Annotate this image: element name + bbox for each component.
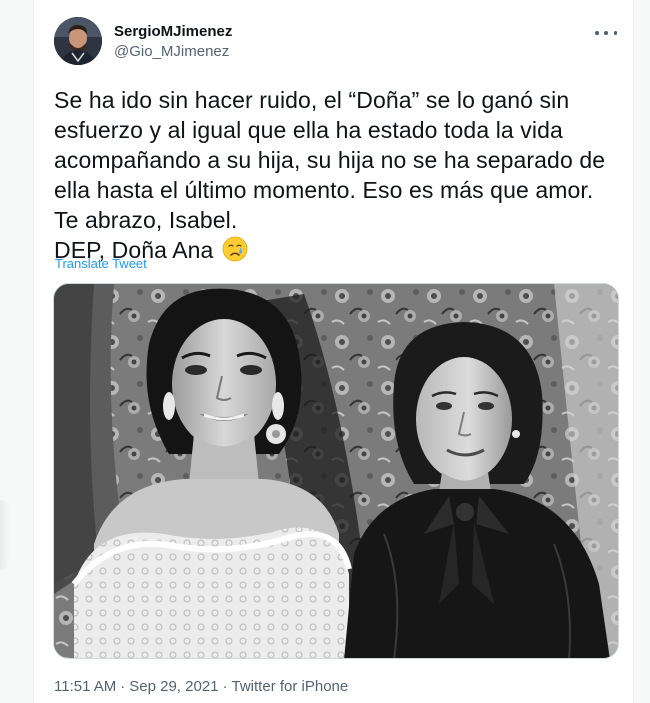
more-options-icon[interactable]	[595, 26, 617, 40]
tweet-text-line: acompañando a su hija, su hija no se ha …	[54, 147, 606, 173]
tweet-source[interactable]: Twitter for iPhone	[232, 678, 349, 695]
photo-illustration	[54, 284, 618, 658]
edge-shadow	[0, 500, 10, 570]
translate-tweet-link[interactable]: Translate Tweet	[55, 256, 147, 271]
more-dot	[613, 31, 617, 35]
tweet-text-line: Te abrazo, Isabel.	[54, 207, 238, 233]
meta-separator: ·	[120, 678, 126, 695]
more-dot	[604, 31, 608, 35]
meta-separator: ·	[222, 678, 228, 695]
tweet-text-line: Se ha ido sin hacer ruido, el “Doña” se …	[54, 87, 570, 113]
author-info: SergioMJimenez @Gio_MJimenez	[114, 23, 232, 61]
crying-face-emoji-icon	[222, 236, 248, 269]
avatar-image	[54, 17, 102, 65]
tweet-time[interactable]: 11:51 AM	[54, 678, 116, 695]
tweet-header: SergioMJimenez @Gio_MJimenez	[52, 14, 617, 72]
author-display-name[interactable]: SergioMJimenez	[114, 23, 232, 41]
tweet-text-line: esfuerzo y al igual que ella ha estado t…	[54, 117, 563, 143]
tweet-text-line: ella hasta el último momento. Eso es más…	[54, 177, 594, 203]
tweet-metadata: 11:51 AM · Sep 29, 2021 · Twitter for iPhone	[54, 678, 348, 695]
tweet-card: SergioMJimenez @Gio_MJimenez Se ha ido s…	[33, 0, 634, 703]
more-dot	[595, 31, 599, 35]
tweet-photo[interactable]	[53, 283, 619, 659]
author-handle[interactable]: @Gio_MJimenez	[114, 43, 232, 61]
avatar[interactable]	[54, 17, 102, 65]
tweet-date[interactable]: Sep 29, 2021	[129, 678, 218, 695]
tweet-text: Se ha ido sin hacer ruido, el “Doña” se …	[54, 85, 626, 269]
